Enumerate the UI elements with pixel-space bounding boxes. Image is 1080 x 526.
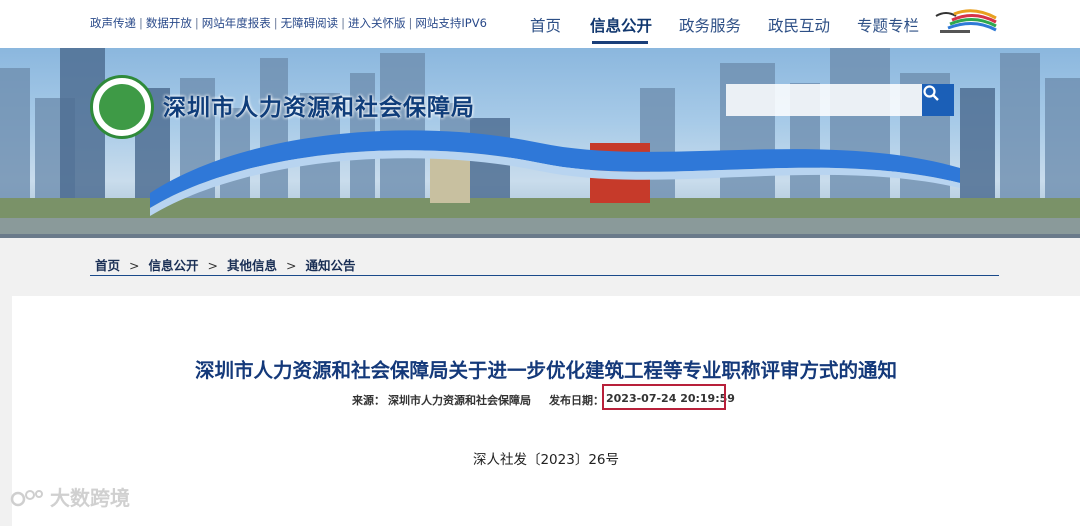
quick-link-open-data[interactable]: 数据开放 bbox=[146, 16, 192, 30]
quick-link-accessible-reading[interactable]: 无障碍阅读 bbox=[281, 16, 339, 30]
quick-link-annual-report[interactable]: 网站年度报表 bbox=[202, 16, 271, 30]
breadcrumb-home[interactable]: 首页 bbox=[95, 258, 120, 273]
city-skyline-illustration bbox=[0, 48, 1080, 238]
breadcrumb-divider bbox=[90, 275, 999, 276]
source-value: 深圳市人力资源和社会保障局 bbox=[388, 394, 531, 407]
breadcrumb-other-info[interactable]: 其他信息 bbox=[227, 258, 277, 273]
search-icon bbox=[923, 85, 939, 101]
quick-link-news[interactable]: 政声传递 bbox=[90, 16, 136, 30]
breadcrumb-separator: > bbox=[286, 258, 297, 273]
search-input[interactable] bbox=[726, 84, 922, 116]
breadcrumb-separator: > bbox=[207, 258, 218, 273]
breadcrumb-separator: > bbox=[129, 258, 140, 273]
quick-link-ipv6[interactable]: 网站支持IPV6 bbox=[415, 16, 487, 30]
site-title[interactable]: 深圳市人力资源和社会保障局 bbox=[163, 88, 475, 122]
breadcrumb-info-disclosure[interactable]: 信息公开 bbox=[149, 258, 199, 273]
breadcrumb-notices[interactable]: 通知公告 bbox=[306, 258, 356, 273]
watermark-logo-icon bbox=[10, 489, 43, 506]
date-label: 发布日期： bbox=[549, 394, 604, 407]
quick-link-care-mode[interactable]: 进入关怀版 bbox=[348, 16, 406, 30]
article-panel: 深圳市人力资源和社会保障局关于进一步优化建筑工程等专业职称评审方式的通知 来源：… bbox=[12, 296, 1080, 526]
nav-info-disclosure[interactable]: 信息公开 bbox=[590, 14, 652, 36]
search-button[interactable] bbox=[922, 84, 954, 116]
breadcrumb: 首页 > 信息公开 > 其他信息 > 通知公告 bbox=[95, 255, 356, 274]
date-highlight-box bbox=[602, 384, 726, 410]
source-label: 来源： bbox=[352, 394, 385, 407]
shenzhen-china-logo[interactable] bbox=[934, 8, 998, 38]
nav-gov-services[interactable]: 政务服务 bbox=[679, 14, 741, 36]
watermark: 大数跨境 bbox=[10, 482, 130, 511]
watermark-text: 大数跨境 bbox=[50, 486, 130, 510]
article-title: 深圳市人力资源和社会保障局关于进一步优化建筑工程等专业职称评审方式的通知 bbox=[194, 359, 897, 382]
bureau-emblem-logo[interactable] bbox=[90, 75, 154, 139]
nav-interaction[interactable]: 政民互动 bbox=[768, 14, 830, 36]
document-number: 深人社发〔2023〕26号 bbox=[472, 452, 620, 468]
header-banner: 深圳市人力资源和社会保障局 bbox=[0, 48, 1080, 238]
nav-active-underline bbox=[592, 41, 648, 44]
quick-links: 政声传递 | 数据开放 | 网站年度报表 | 无障碍阅读 | 进入关怀版 | 网站支持IPV6 bbox=[90, 16, 487, 30]
nav-special-topics[interactable]: 专题专栏 bbox=[857, 14, 919, 36]
top-bar: 政声传递 | 数据开放 | 网站年度报表 | 无障碍阅读 | 进入关怀版 | 网站支持IPV6 首页… bbox=[0, 0, 1080, 48]
nav-home[interactable]: 首页 bbox=[530, 14, 561, 36]
